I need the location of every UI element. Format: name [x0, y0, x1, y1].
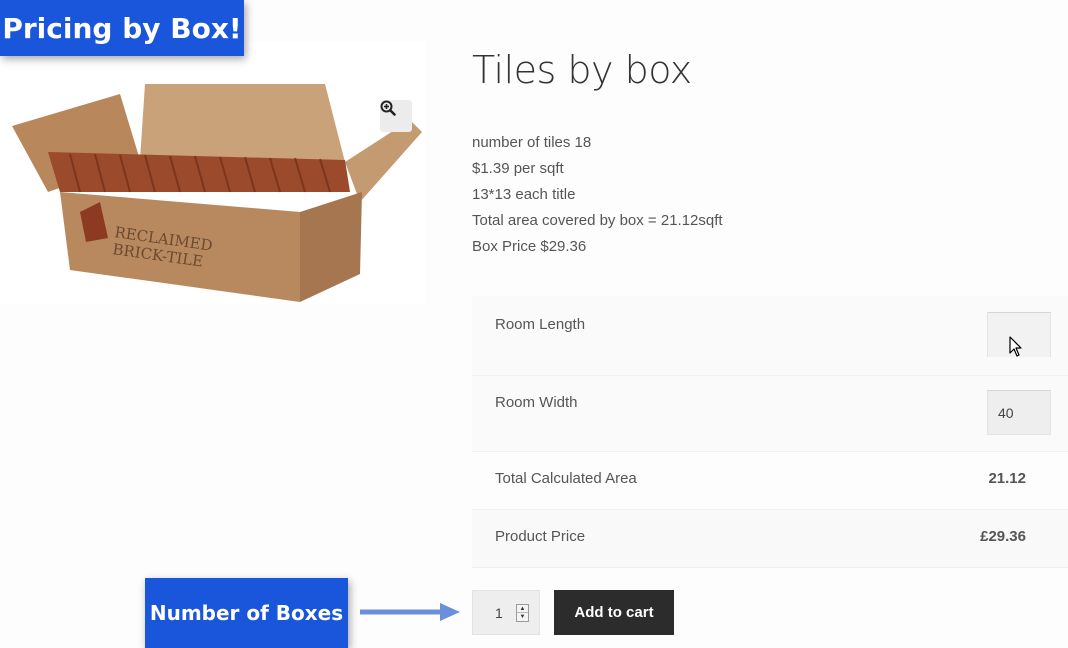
product-price-value: £29.36	[980, 528, 1026, 545]
pricing-banner: Pricing by Box!	[0, 0, 244, 56]
total-area-value: 21.12	[988, 470, 1026, 487]
description-line: Total area covered by box = 21.12sqft	[472, 212, 723, 229]
product-price-label: Product Price	[495, 528, 586, 545]
room-length-label: Room Length	[495, 316, 586, 333]
box-back-flap	[140, 84, 345, 162]
description-line: $1.39 per sqft	[472, 160, 564, 177]
area-calculator: Room Length Room Width Total Calculated …	[472, 296, 1068, 568]
room-length-row: Room Length	[472, 296, 1068, 376]
quantity-value[interactable]: 1	[495, 605, 503, 621]
quantity-spinner[interactable]: ▲ ▼	[516, 604, 529, 622]
room-width-label: Room Width	[495, 394, 578, 411]
product-price-row: Product Price £29.36	[472, 510, 1068, 568]
zoom-button[interactable]	[380, 100, 412, 132]
product-description: number of tiles 18 $1.39 per sqft 13*13 …	[472, 130, 723, 260]
tile-box-illustration: RECLAIMED BRICK-TILE	[12, 84, 422, 302]
mouse-pointer-icon	[1009, 336, 1022, 357]
add-to-cart-button[interactable]: Add to cart	[554, 590, 674, 635]
quantity-stepper[interactable]: 1 ▲ ▼	[472, 590, 540, 635]
box-side	[300, 192, 362, 302]
room-width-input[interactable]	[987, 390, 1051, 435]
product-image[interactable]: RECLAIMED BRICK-TILE	[0, 42, 426, 304]
room-width-row: Room Width	[472, 376, 1068, 452]
total-area-label: Total Calculated Area	[495, 470, 637, 487]
description-line: 13*13 each title	[472, 186, 576, 203]
increment-icon[interactable]: ▲	[517, 605, 528, 613]
arrow-right-icon	[360, 603, 460, 621]
number-of-boxes-banner: Number of Boxes	[145, 578, 348, 648]
decrement-icon[interactable]: ▼	[517, 613, 528, 621]
product-title: Tiles by box	[472, 48, 692, 92]
zoom-in-icon	[380, 100, 396, 116]
description-line: number of tiles 18	[472, 134, 592, 151]
total-area-row: Total Calculated Area 21.12	[472, 452, 1068, 510]
description-line: Box Price $29.36	[472, 238, 587, 255]
box-right-flap	[345, 120, 422, 202]
